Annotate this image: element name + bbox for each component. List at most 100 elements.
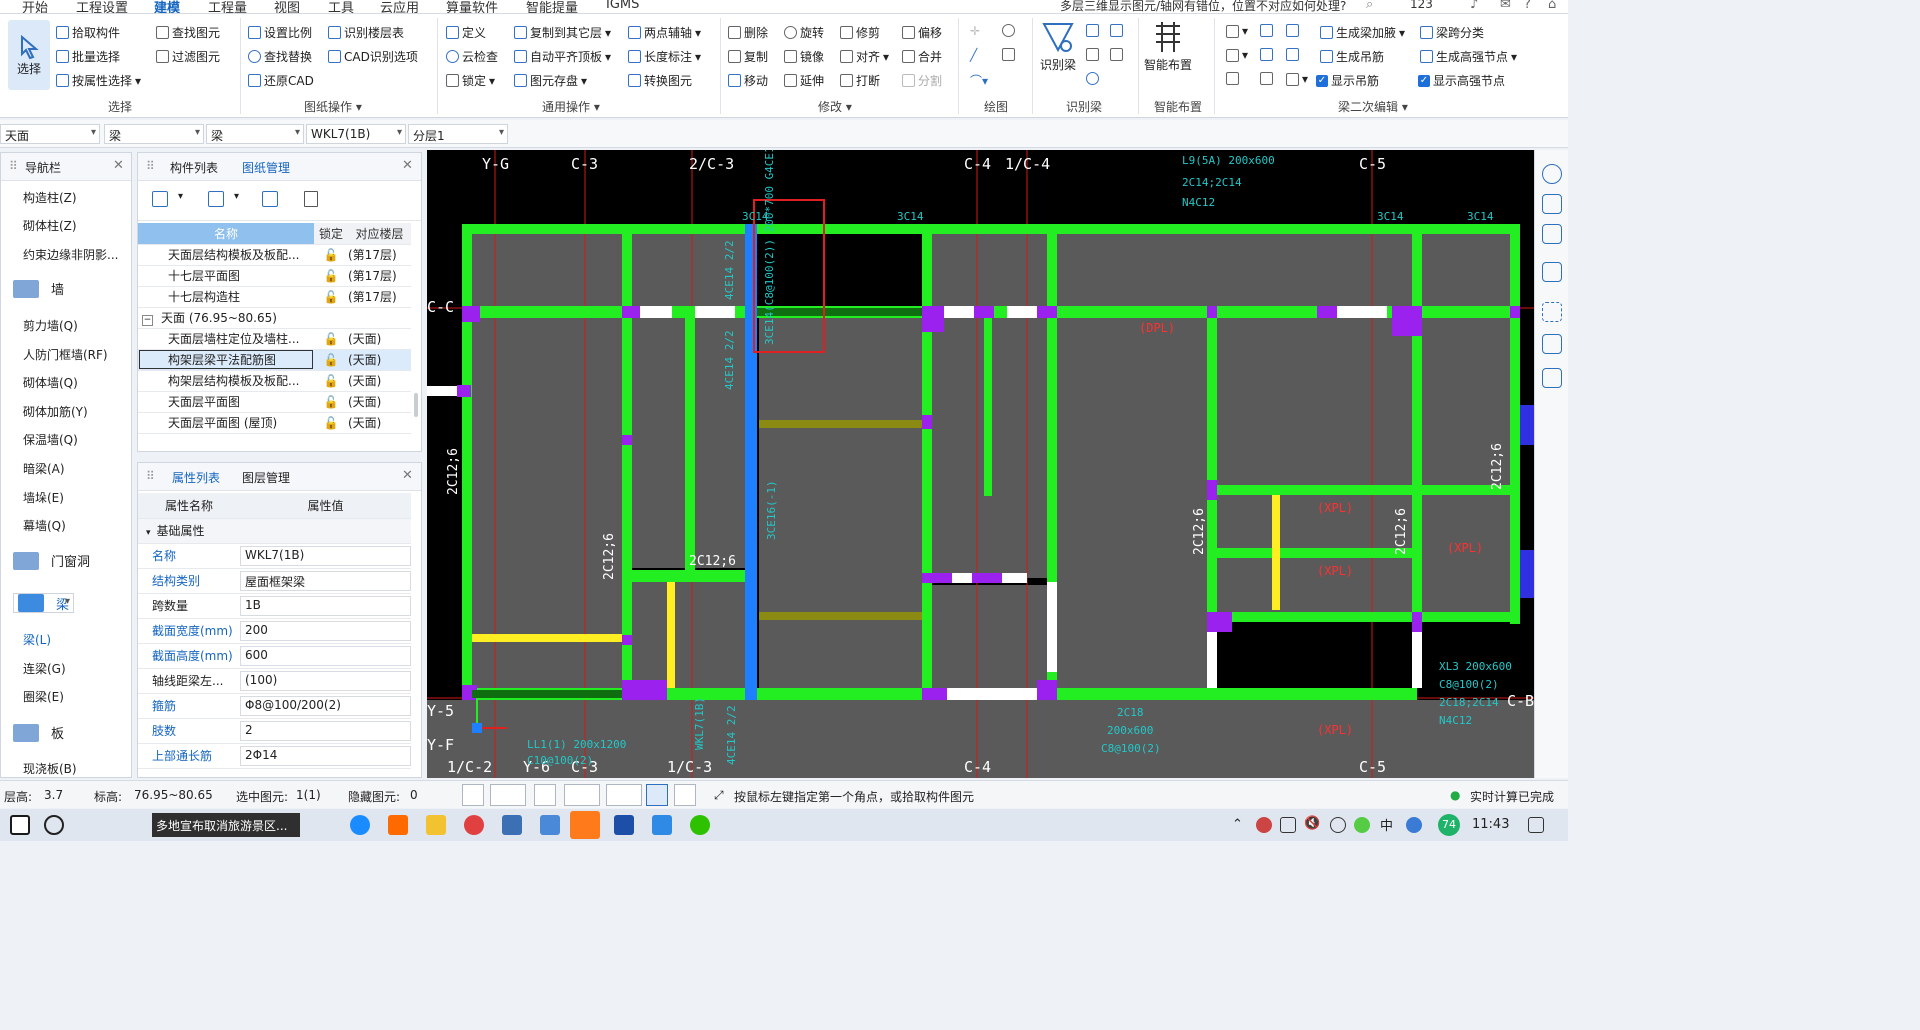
- scrollbar[interactable]: [414, 393, 418, 417]
- nav-item-al[interactable]: 暗梁(A): [23, 460, 65, 477]
- user-count[interactable]: 123: [1410, 0, 1433, 11]
- news-widget[interactable]: 多地宣布取消旅游景区...: [152, 813, 300, 837]
- identify-tool-2-icon[interactable]: [1110, 24, 1123, 37]
- drag-handle-icon[interactable]: ⠿: [146, 159, 155, 173]
- action-center-icon[interactable]: [1528, 817, 1544, 833]
- add-drawing-icon[interactable]: [152, 191, 168, 207]
- menu-igms[interactable]: IGMS: [606, 0, 639, 12]
- property-value[interactable]: 屋面框架梁: [240, 570, 411, 591]
- network-icon[interactable]: [1330, 817, 1346, 833]
- menu-smart-qty[interactable]: 智能提量: [526, 0, 578, 13]
- grid-mode-icon[interactable]: [606, 784, 642, 806]
- floor-select[interactable]: 天面: [0, 124, 100, 144]
- auto-align-top-button[interactable]: 自动平齐顶板 ▾: [514, 48, 611, 65]
- property-section[interactable]: ▾ 基础属性: [138, 518, 411, 544]
- rotate-button[interactable]: 旋转: [784, 24, 824, 41]
- nav-item-mq[interactable]: 幕墙(Q): [23, 517, 66, 534]
- property-value[interactable]: 2Φ14: [240, 745, 411, 766]
- nav-item-qtq[interactable]: 砌体墙(Q): [23, 374, 78, 391]
- cross-mode-icon[interactable]: [534, 784, 556, 806]
- break-button[interactable]: 打断: [840, 72, 880, 89]
- component-select[interactable]: WKL7(1B): [306, 124, 406, 144]
- gen-haunch-button[interactable]: 生成梁加腋 ▾: [1320, 24, 1405, 41]
- chevron-down-icon[interactable]: ▾: [178, 191, 183, 202]
- table-row[interactable]: 构架层结构模板及板配... 🔓 (天面): [138, 370, 411, 392]
- nav-cat-door[interactable]: 门窗洞: [13, 551, 90, 570]
- beam-edit-tool-6-icon[interactable]: [1286, 48, 1299, 61]
- property-value[interactable]: 200: [240, 620, 411, 641]
- search-icon[interactable]: [44, 815, 64, 835]
- find-replace-button[interactable]: 查找替换: [248, 48, 312, 65]
- show-hanger-checkbox[interactable]: ✓ 显示吊筋: [1316, 72, 1379, 89]
- bell-icon[interactable]: ♪: [1470, 0, 1478, 12]
- element-save-button[interactable]: 图元存盘 ▾: [514, 72, 587, 89]
- two-point-axis-button[interactable]: 两点辅轴 ▾: [628, 24, 701, 41]
- offset-button[interactable]: 偏移: [902, 24, 942, 41]
- find-element-button[interactable]: 查找图元: [156, 24, 220, 41]
- lock-icon[interactable]: 🔓: [314, 349, 348, 371]
- cloud-check-button[interactable]: 云检查: [446, 48, 498, 65]
- lock-icon[interactable]: 🔓: [314, 391, 348, 413]
- table-row[interactable]: 天面层平面图 🔓 (天面): [138, 391, 411, 413]
- volume-icon[interactable]: 🔇: [1304, 816, 1320, 831]
- nav-item-xjb[interactable]: 现浇板(B): [23, 760, 77, 777]
- group-label-modify[interactable]: 修改 ▾: [818, 98, 852, 115]
- gen-hanger-button[interactable]: 生成吊筋: [1320, 48, 1384, 65]
- menu-home[interactable]: 开始: [22, 0, 48, 13]
- beam-edit-tool-2-icon[interactable]: [1260, 24, 1273, 37]
- beam-edit-tool-4-icon[interactable]: ▾: [1226, 48, 1248, 62]
- property-value[interactable]: 600: [240, 645, 411, 666]
- group-label-beam-edit[interactable]: 梁二次编辑 ▾: [1338, 98, 1408, 115]
- lock-icon[interactable]: 🔓: [314, 328, 348, 350]
- table-row[interactable]: 十七层平面图 🔓 (第17层): [138, 265, 411, 287]
- cad-drawing[interactable]: Y-G C-3 2/C-3 C-4 1/C-4 C-5 1/C-2 Y-6 C-…: [427, 150, 1534, 778]
- lock-icon[interactable]: 🔓: [314, 286, 348, 308]
- convert-element-button[interactable]: 转换图元: [628, 72, 692, 89]
- refresh-drawing-icon[interactable]: [262, 191, 278, 207]
- select-by-attr-button[interactable]: 按属性选择 ▾: [56, 72, 141, 89]
- tray-icon[interactable]: [1256, 817, 1272, 833]
- cad-canvas[interactable]: Y-G C-3 2/C-3 C-4 1/C-4 C-5 1/C-2 Y-6 C-…: [427, 150, 1534, 778]
- copy-button[interactable]: 复制: [728, 48, 768, 65]
- select-button[interactable]: 选择: [8, 20, 50, 90]
- nav-item-lianliang[interactable]: 连梁(G): [23, 660, 66, 677]
- folder-icon[interactable]: [426, 815, 446, 835]
- table-row[interactable]: 天面层平面图 (屋顶) 🔓 (天面): [138, 412, 411, 434]
- polar-mode-icon[interactable]: [674, 784, 696, 806]
- menu-tools[interactable]: 工具: [328, 0, 354, 13]
- edge-browser-icon[interactable]: [350, 815, 370, 835]
- menu-view[interactable]: 视图: [274, 0, 300, 13]
- line-draw-icon[interactable]: ╱: [970, 48, 977, 62]
- lock-icon[interactable]: 🔓: [314, 412, 348, 434]
- beam-edit-tool-1-icon[interactable]: ▾: [1226, 24, 1248, 38]
- drag-handle-icon[interactable]: ⠿: [9, 159, 18, 173]
- property-value[interactable]: Φ8@100/200(2): [240, 695, 411, 716]
- layer-view-icon[interactable]: [1542, 262, 1562, 282]
- cad-options-button[interactable]: CAD识别选项: [328, 48, 418, 65]
- calculator-icon[interactable]: [502, 815, 522, 835]
- property-value[interactable]: 2: [240, 720, 411, 741]
- cad-app-icon[interactable]: [614, 815, 634, 835]
- table-row[interactable]: 天面层结构模板及板配... 🔓 (第17层): [138, 244, 411, 266]
- copy-to-floor-button[interactable]: 复制到其它层 ▾: [514, 24, 611, 41]
- tab-property-list[interactable]: 属性列表: [172, 469, 220, 486]
- lock-icon[interactable]: 🔓: [314, 370, 348, 392]
- set-scale-button[interactable]: 设置比例: [248, 24, 312, 41]
- table-row[interactable]: 十七层构造柱 🔓 (第17层): [138, 286, 411, 308]
- table-row-selected[interactable]: 构架层梁平法配筋图 🔓 (天面): [138, 349, 411, 371]
- window-icon[interactable]: [540, 815, 560, 835]
- tray-app-icon[interactable]: [1406, 817, 1422, 833]
- show-hs-node-checkbox[interactable]: ✓ 显示高强节点: [1418, 72, 1505, 89]
- ime-indicator[interactable]: 中: [1380, 815, 1393, 834]
- mi-app-icon[interactable]: [388, 815, 408, 835]
- windows-start-icon[interactable]: [10, 815, 30, 835]
- align-button[interactable]: 对齐 ▾: [840, 48, 889, 65]
- delete-button[interactable]: 删除: [728, 24, 768, 41]
- gtj-app-icon[interactable]: [570, 811, 600, 839]
- chat-icon[interactable]: ✉: [1500, 0, 1511, 12]
- home-icon[interactable]: ⌂: [1548, 0, 1556, 12]
- clock[interactable]: 11:43: [1472, 817, 1509, 832]
- chevron-up-icon[interactable]: ⌃: [1232, 817, 1243, 832]
- help-icon[interactable]: ?: [1524, 0, 1531, 12]
- arc-draw-icon[interactable]: ⌒▾: [970, 72, 988, 89]
